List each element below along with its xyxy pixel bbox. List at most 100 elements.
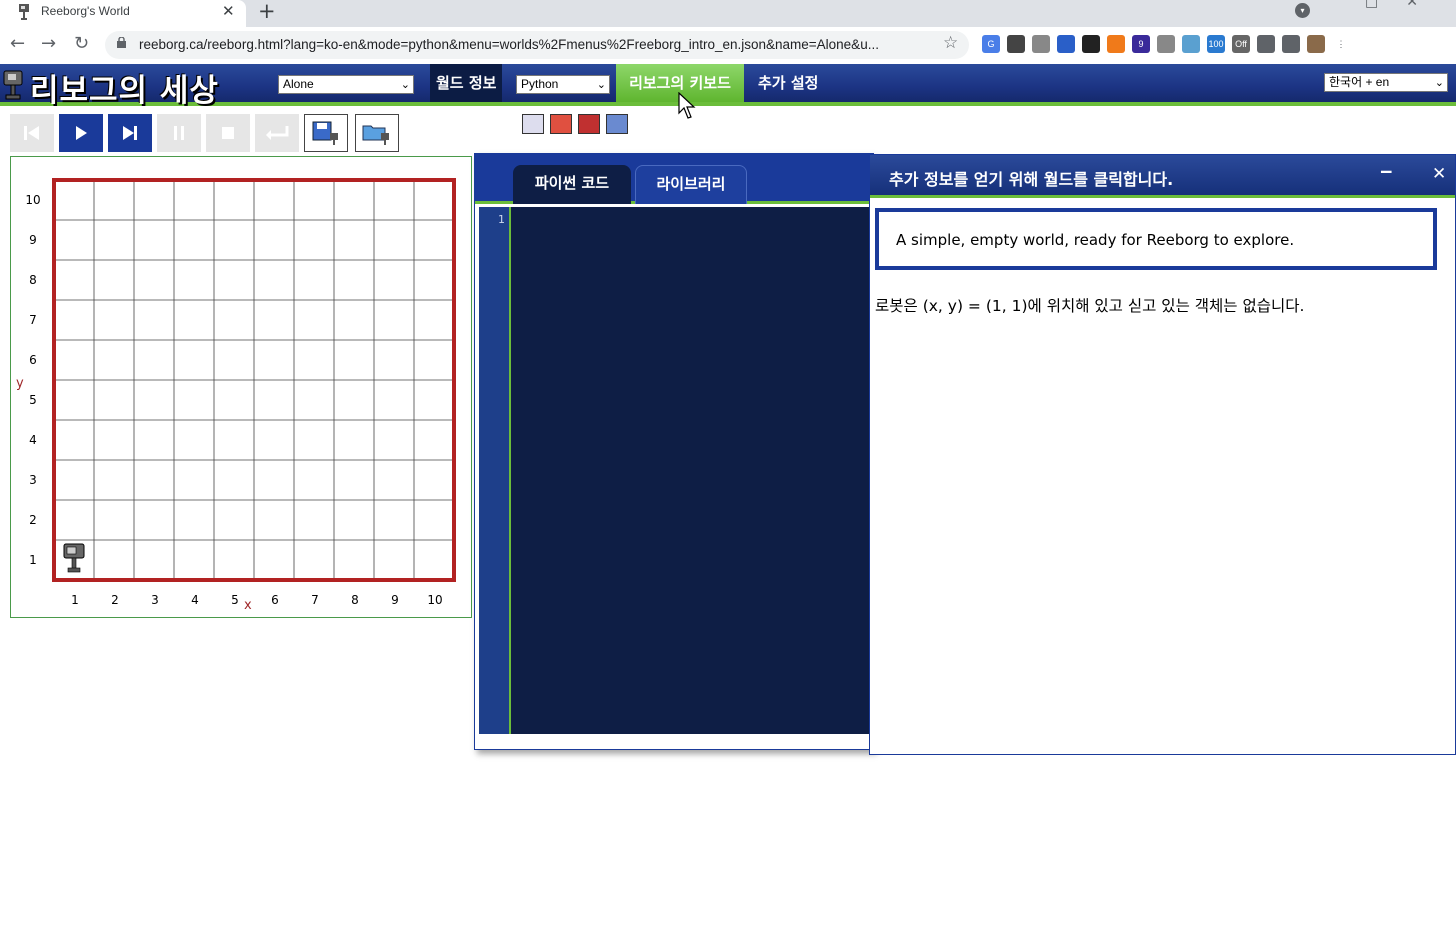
y-tick-label: 6 (29, 353, 37, 367)
rss-ext-icon[interactable] (1107, 35, 1125, 53)
x-tick-label: 7 (311, 593, 319, 607)
tab-search-icon[interactable]: ▾ (1295, 3, 1310, 18)
edit-world-icon[interactable] (550, 114, 572, 134)
ui-language-select[interactable]: 한국어 + en ⌄ (1324, 73, 1448, 92)
menu-additional-settings[interactable]: 추가 설정 (752, 64, 824, 102)
robot-tool-icon[interactable] (522, 114, 544, 134)
tab-close-icon[interactable]: ✕ (222, 2, 235, 20)
y-tick-label: 8 (29, 273, 37, 287)
ui-language-value: 한국어 + en (1329, 75, 1390, 89)
editor-tabs: 파이썬 코드 라이브러리 (475, 154, 873, 204)
x-tick-label: 2 (111, 593, 119, 607)
off-ext-icon[interactable]: Off (1232, 35, 1250, 53)
world-edit-tools (522, 114, 628, 134)
forward-icon[interactable]: → (41, 33, 56, 54)
translate-ext-icon[interactable]: G (982, 35, 1000, 53)
save-file-button[interactable] (304, 114, 348, 152)
bookmark-star-icon[interactable]: ☆ (943, 33, 958, 53)
reload-world-button[interactable] (255, 114, 299, 152)
world-select[interactable]: Alone ⌄ (278, 75, 414, 94)
mouse-cursor-icon (678, 92, 696, 119)
save-icon (312, 121, 338, 145)
x-tick-label: 3 (151, 593, 159, 607)
world-description: A simple, empty world, ready for Reeborg… (896, 231, 1295, 249)
y-tick-label: 1 (29, 553, 37, 567)
menu-world-info[interactable]: 월드 정보 (430, 64, 503, 102)
folder-icon (362, 125, 389, 145)
y-axis-label: y (16, 376, 24, 391)
x-axis-label: x (244, 598, 252, 613)
address-bar[interactable]: reeborg.ca/reeborg.html?lang=ko-en&mode=… (105, 31, 969, 59)
pause-button[interactable] (157, 114, 201, 152)
y-tick-label: 9 (29, 233, 37, 247)
dialog-titlebar[interactable]: 추가 정보를 얻기 위해 월드를 클릭합니다. ‒ ✕ (870, 155, 1455, 198)
app-header: 리보그의 세상 Alone ⌄ 월드 정보 Python ⌄ 리보그의 키보드 … (0, 64, 1456, 109)
robot-status-text: 로봇은 (x, y) = (1, 1)에 위치해 있고 싣고 있는 객체는 없습… (875, 297, 1305, 315)
editor-panel: 파이썬 코드 라이브러리 1 (474, 153, 874, 750)
badge-ext-icon[interactable]: 9 (1132, 35, 1150, 53)
step-back-icon (24, 126, 39, 140)
y-tick-label: 3 (29, 473, 37, 487)
back-icon[interactable]: ← (10, 33, 25, 54)
pause-icon (174, 126, 184, 140)
cursor-ext-icon[interactable] (1082, 35, 1100, 53)
play-icon (76, 126, 87, 140)
new-tab-button[interactable]: + (258, 0, 276, 23)
close-icon[interactable]: ✕ (1432, 164, 1446, 184)
menu-ext-icon[interactable]: ⋮ (1332, 35, 1350, 53)
x-tick-label: 10 (427, 593, 442, 607)
browser-toolbar: ← → ↻ reeborg.ca/reeborg.html?lang=ko-en… (0, 27, 1456, 64)
tab-python-code[interactable]: 파이썬 코드 (513, 165, 631, 204)
world-grid[interactable]: 1 2 3 4 5 6 7 8 9 10 1 2 3 4 5 6 7 8 9 10 x y (11, 157, 471, 617)
x-tick-label: 6 (271, 593, 279, 607)
puzzle-ext-icon[interactable] (1257, 35, 1275, 53)
media-ext-icon[interactable] (1282, 35, 1300, 53)
brush-ext-icon[interactable] (1032, 35, 1050, 53)
dialog-title: 추가 정보를 얻기 위해 월드를 클릭합니다. (889, 170, 1174, 189)
open-file-button[interactable] (355, 114, 399, 152)
stop-button[interactable] (206, 114, 250, 152)
window-controls[interactable]: □✕ (1365, 0, 1446, 10)
y-tick-label: 10 (25, 193, 40, 207)
reeborg-favicon-icon (19, 4, 29, 20)
x-tick-label: 4 (191, 593, 199, 607)
x-tick-label: 9 (391, 593, 399, 607)
y-tick-label: 5 (29, 393, 37, 407)
run-button[interactable] (59, 114, 103, 152)
reload-icon[interactable]: ↻ (74, 33, 89, 54)
world-select-value: Alone (283, 77, 314, 91)
return-icon (266, 126, 289, 140)
language-select[interactable]: Python ⌄ (516, 75, 610, 94)
eyedropper-ext-icon[interactable] (1007, 35, 1025, 53)
code-editor[interactable] (511, 207, 873, 734)
window-ext-icon[interactable] (1182, 35, 1200, 53)
url-text: reeborg.ca/reeborg.html?lang=ko-en&mode=… (139, 37, 879, 52)
y-tick-label: 2 (29, 513, 37, 527)
chevron-down-icon: ⌄ (400, 79, 410, 91)
remove-world-icon[interactable] (578, 114, 600, 134)
world-info-tool-icon[interactable] (606, 114, 628, 134)
browser-tab[interactable]: Reeborg's World ✕ (0, 0, 246, 27)
reverse-step-button[interactable] (10, 114, 54, 152)
chevron-down-icon: ⌄ (1434, 77, 1444, 89)
reader-ext-icon[interactable] (1157, 35, 1175, 53)
stop-icon (222, 127, 234, 139)
robot-icon[interactable] (63, 543, 85, 573)
world-canvas[interactable]: 1 2 3 4 5 6 7 8 9 10 1 2 3 4 5 6 7 8 9 10 x y (10, 156, 472, 618)
browser-tabstrip: Reeborg's World ✕ + ▾ □✕ (0, 0, 1456, 27)
tab-title: Reeborg's World (41, 4, 130, 18)
language-select-value: Python (521, 77, 559, 91)
y-tick-label: 4 (29, 433, 37, 447)
counter-ext-icon[interactable]: 100 (1207, 35, 1225, 53)
profile-ext-icon[interactable] (1307, 35, 1325, 53)
x-tick-label: 5 (231, 593, 239, 607)
cap-ext-icon[interactable] (1057, 35, 1075, 53)
line-gutter: 1 (479, 207, 511, 734)
extensions-bar: G 9 100 Off ⋮ (982, 35, 1350, 55)
step-button[interactable] (108, 114, 152, 152)
chevron-down-icon: ⌄ (596, 79, 606, 91)
app-title: 리보그의 세상 (30, 73, 219, 109)
world-info-dialog: 추가 정보를 얻기 위해 월드를 클릭합니다. ‒ ✕ A simple, em… (869, 154, 1456, 755)
minimize-icon[interactable]: ‒ (1380, 161, 1393, 182)
tab-library[interactable]: 라이브러리 (635, 165, 747, 204)
